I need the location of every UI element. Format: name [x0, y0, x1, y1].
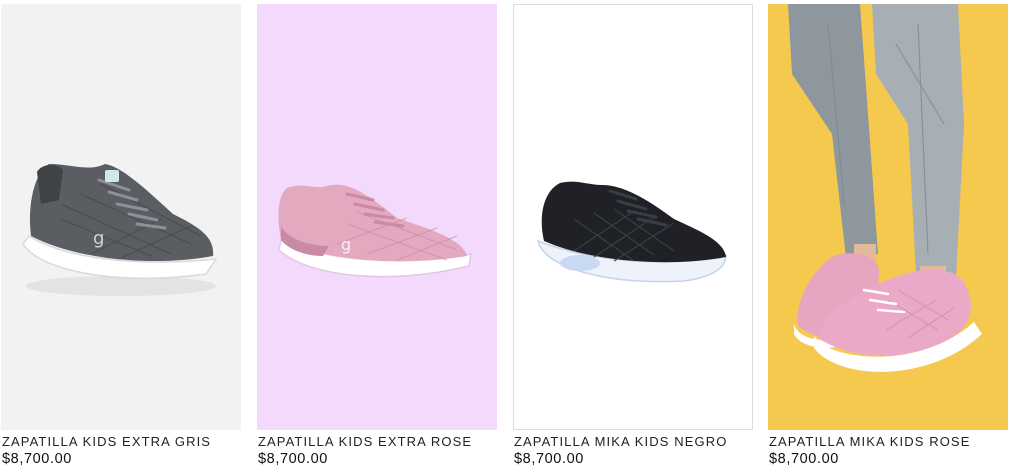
- product-price: $8,700.00: [769, 451, 839, 467]
- product-card[interactable]: g ZAPATILLA KIDS EXTRA ROSE $8,700.00: [257, 4, 497, 472]
- product-card[interactable]: ZAPATILLA MIKA KIDS NEGRO $8,700.00: [513, 4, 753, 472]
- svg-text:g: g: [93, 228, 104, 249]
- product-name[interactable]: ZAPATILLA MIKA KIDS NEGRO: [514, 434, 727, 449]
- product-card[interactable]: g ZAPATILLA KIDS EXTRA GRIS $8,700.00: [1, 4, 241, 472]
- product-grid: g ZAPATILLA KIDS EXTRA GRIS $8,700.00 g …: [0, 0, 1011, 475]
- product-image-pink-sneaker-worn[interactable]: [768, 4, 1008, 430]
- product-name[interactable]: ZAPATILLA KIDS EXTRA ROSE: [258, 434, 472, 449]
- product-price: $8,700.00: [258, 451, 328, 467]
- product-card[interactable]: ZAPATILLA MIKA KIDS ROSE $8,700.00: [768, 4, 1008, 472]
- svg-text:g: g: [341, 235, 351, 254]
- product-name[interactable]: ZAPATILLA MIKA KIDS ROSE: [769, 434, 970, 449]
- product-price: $8,700.00: [514, 451, 584, 467]
- product-price: $8,700.00: [2, 451, 72, 467]
- product-image-black-sneaker[interactable]: [513, 4, 753, 430]
- product-image-gray-sneaker[interactable]: g: [1, 4, 241, 430]
- product-image-pink-sneaker[interactable]: g: [257, 4, 497, 430]
- product-name[interactable]: ZAPATILLA KIDS EXTRA GRIS: [2, 434, 211, 449]
